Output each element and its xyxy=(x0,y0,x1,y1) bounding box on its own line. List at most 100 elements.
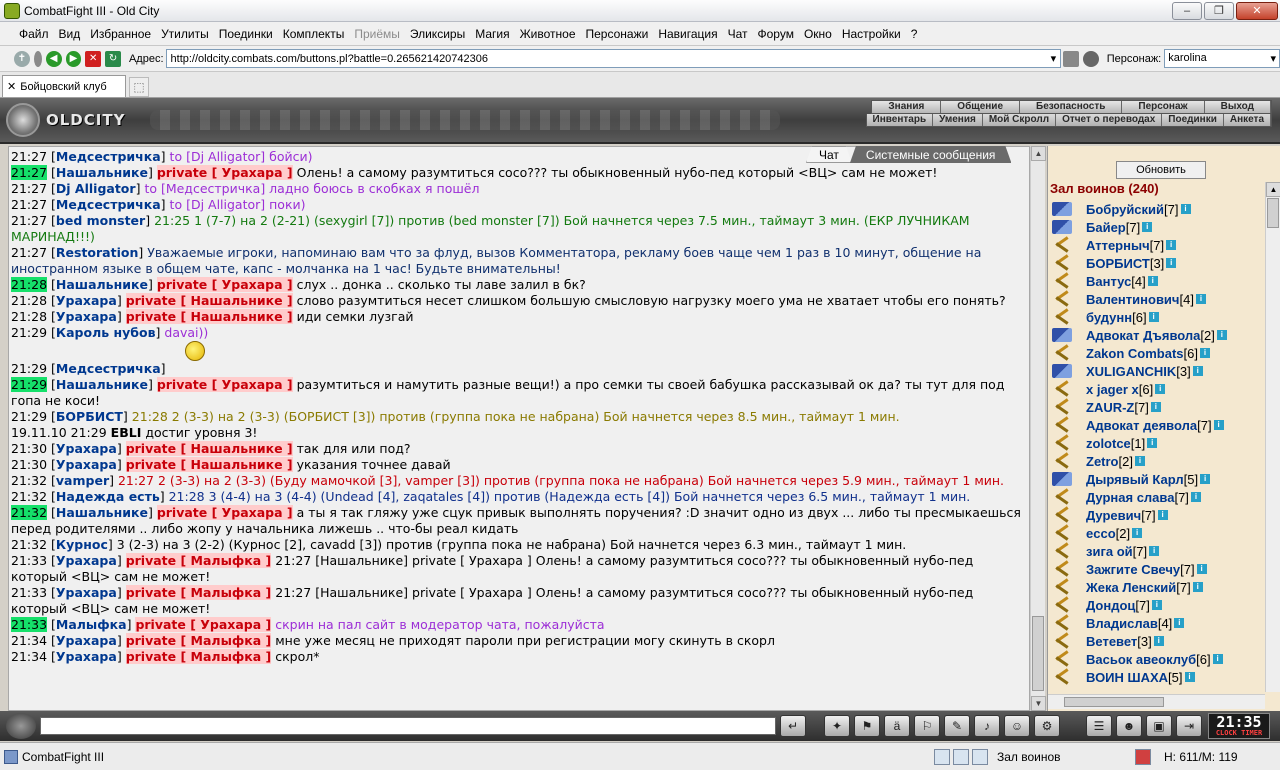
chat-time[interactable]: 21:29 xyxy=(11,409,47,424)
menu-item[interactable]: Файл xyxy=(14,27,54,41)
player-name[interactable]: ВОИН ШАХА xyxy=(1086,670,1168,685)
status-map-icon[interactable] xyxy=(934,748,950,765)
chat-time[interactable]: 21:33 xyxy=(11,617,48,632)
lock-icon[interactable]: ▣ xyxy=(1146,715,1172,737)
player-row[interactable]: Zetro [2] i xyxy=(1052,452,1260,470)
chat-input[interactable] xyxy=(40,717,776,735)
chat-nick[interactable]: Надежда есть xyxy=(56,489,160,504)
chat-time[interactable]: 21:32 xyxy=(11,537,47,552)
chat-nick[interactable]: Урахара xyxy=(56,553,117,568)
chat-nick[interactable]: Медсестричка xyxy=(56,197,161,212)
exit-icon[interactable]: ⇥ xyxy=(1176,715,1202,737)
info-icon[interactable]: i xyxy=(1180,204,1191,214)
player-row[interactable]: зига ой [7] i xyxy=(1052,542,1260,560)
player-name[interactable]: Дуревич xyxy=(1086,508,1141,523)
sound-icon[interactable]: ♪ xyxy=(974,715,1000,737)
smiles-icon[interactable]: ☺ xyxy=(1004,715,1030,737)
player-row[interactable]: Бобруйский [7] i xyxy=(1052,200,1260,218)
menu-item[interactable]: Поединки xyxy=(214,27,278,41)
player-row[interactable]: Байер [7] i xyxy=(1052,218,1260,236)
info-icon[interactable]: i xyxy=(1190,492,1201,502)
stop-icon[interactable]: ✕ xyxy=(85,50,102,67)
player-row[interactable]: zolotce [1] i xyxy=(1052,434,1260,452)
player-row[interactable]: Дондоц [7] i xyxy=(1052,596,1260,614)
chat-time[interactable]: 21:27 xyxy=(11,149,47,164)
player-name[interactable]: Zakon Combats xyxy=(1086,346,1184,361)
pin-icon[interactable]: ✝ xyxy=(14,50,30,67)
menu-item[interactable]: Форум xyxy=(753,27,799,41)
chat-nick[interactable]: Кароль нубов xyxy=(56,325,156,340)
player-name[interactable]: zolotce xyxy=(1086,436,1131,451)
player-name[interactable]: Васьок авеоклуб xyxy=(1086,652,1196,667)
chat-nick[interactable]: БОРБИСТ xyxy=(56,409,123,424)
chat-nick[interactable]: Малыфка xyxy=(56,617,127,632)
info-icon[interactable]: i xyxy=(1199,348,1210,358)
chat-private[interactable]: private [ Урахара ] xyxy=(156,377,293,392)
player-name[interactable]: Валентинович xyxy=(1086,292,1179,307)
player-name[interactable]: Дондоц xyxy=(1086,598,1135,613)
info-icon[interactable]: i xyxy=(1212,654,1223,664)
top-nav-item[interactable]: Безопасность xyxy=(1020,101,1123,113)
chat-nick[interactable]: EBLI xyxy=(111,425,142,440)
chat-nick[interactable]: Нашальнике xyxy=(56,165,148,180)
chat-nick[interactable]: Урахара xyxy=(56,293,117,308)
chat-time[interactable]: 21:27 xyxy=(11,165,48,180)
player-row[interactable]: будунн [6] i xyxy=(1052,308,1260,326)
menu-item[interactable]: Избранное xyxy=(85,27,156,41)
player-row[interactable]: ZAUR-Z [7] i xyxy=(1052,398,1260,416)
chat-nick[interactable]: bed monster xyxy=(56,213,145,228)
info-icon[interactable]: i xyxy=(1184,672,1195,682)
top-nav-sub-item[interactable]: Поединки xyxy=(1162,114,1224,126)
chat-time[interactable]: 21:28 xyxy=(11,309,47,324)
menu-item[interactable]: Магия xyxy=(470,27,514,41)
player-row[interactable]: Аттерныч [7] i xyxy=(1052,236,1260,254)
chat-nick[interactable]: Медсестричка xyxy=(56,361,161,376)
page-icon[interactable] xyxy=(1063,50,1079,67)
player-row[interactable]: Вантус [4] i xyxy=(1052,272,1260,290)
info-icon[interactable]: i xyxy=(1166,258,1177,268)
info-icon[interactable]: i xyxy=(1192,366,1203,376)
chat-nick[interactable]: Нашальнике xyxy=(56,277,148,292)
player-row[interactable]: Дурная слава [7] i xyxy=(1052,488,1260,506)
chat-time[interactable]: 21:28 xyxy=(11,277,48,292)
chat-nick[interactable]: Урахара xyxy=(56,585,117,600)
top-nav-sub-item[interactable]: Мой Скролл xyxy=(983,114,1057,126)
filter-icon[interactable]: ⚑ xyxy=(854,715,880,737)
chat-nick[interactable]: Урахара xyxy=(56,649,117,664)
menu-item[interactable]: Приёмы xyxy=(349,27,405,41)
menu-item[interactable]: Вид xyxy=(54,27,86,41)
chat-time[interactable]: 21:27 xyxy=(11,213,47,228)
chat-nick[interactable]: Медсестричка xyxy=(56,149,161,164)
chat-time[interactable]: 21:30 xyxy=(11,457,47,472)
back-icon[interactable]: ◀ xyxy=(45,50,62,67)
translit-icon[interactable]: ä xyxy=(884,715,910,737)
menu-item[interactable]: Навигация xyxy=(653,27,722,41)
chat-nick[interactable]: Урахара xyxy=(56,309,117,324)
chat-nick[interactable]: Урахара xyxy=(56,441,117,456)
players-scrollbar[interactable]: ▲ xyxy=(1265,182,1280,692)
player-name[interactable]: Вантус xyxy=(1086,274,1131,289)
info-icon[interactable]: i xyxy=(1174,618,1185,628)
chat-private[interactable]: private [ Малыфка ] xyxy=(125,585,272,600)
chat-scrollbar[interactable]: ▲ ▼ xyxy=(1030,146,1046,711)
player-name[interactable]: зига ой xyxy=(1086,544,1133,559)
menu-item[interactable]: Эликсиры xyxy=(405,27,470,41)
player-name[interactable]: XULIGANCHIK xyxy=(1086,364,1176,379)
address-dropdown-icon[interactable]: ▾ xyxy=(1051,52,1057,65)
refresh-icon[interactable]: ↻ xyxy=(105,50,121,67)
chat-private[interactable]: private [ Малыфка ] xyxy=(125,553,272,568)
player-name[interactable]: Ветевет xyxy=(1086,634,1137,649)
info-icon[interactable]: i xyxy=(1157,510,1168,520)
close-button[interactable]: ✕ xyxy=(1236,1,1278,20)
menu-item[interactable]: Чат xyxy=(723,27,753,41)
info-icon[interactable]: i xyxy=(1132,528,1143,538)
new-tab-button[interactable]: ⬚ xyxy=(129,77,149,97)
chat-private[interactable]: private [ Нашальнике ] xyxy=(125,457,293,472)
chat-private[interactable]: private [ Урахара ] xyxy=(156,505,293,520)
player-name[interactable]: будунн xyxy=(1086,310,1132,325)
menu-item[interactable]: Животное xyxy=(515,27,581,41)
scroll-up-icon[interactable]: ▲ xyxy=(1031,146,1046,161)
chat-time[interactable]: 21:34 xyxy=(11,633,47,648)
chat-private[interactable]: private [ Малыфка ] xyxy=(125,649,272,664)
info-icon[interactable]: i xyxy=(1153,636,1164,646)
